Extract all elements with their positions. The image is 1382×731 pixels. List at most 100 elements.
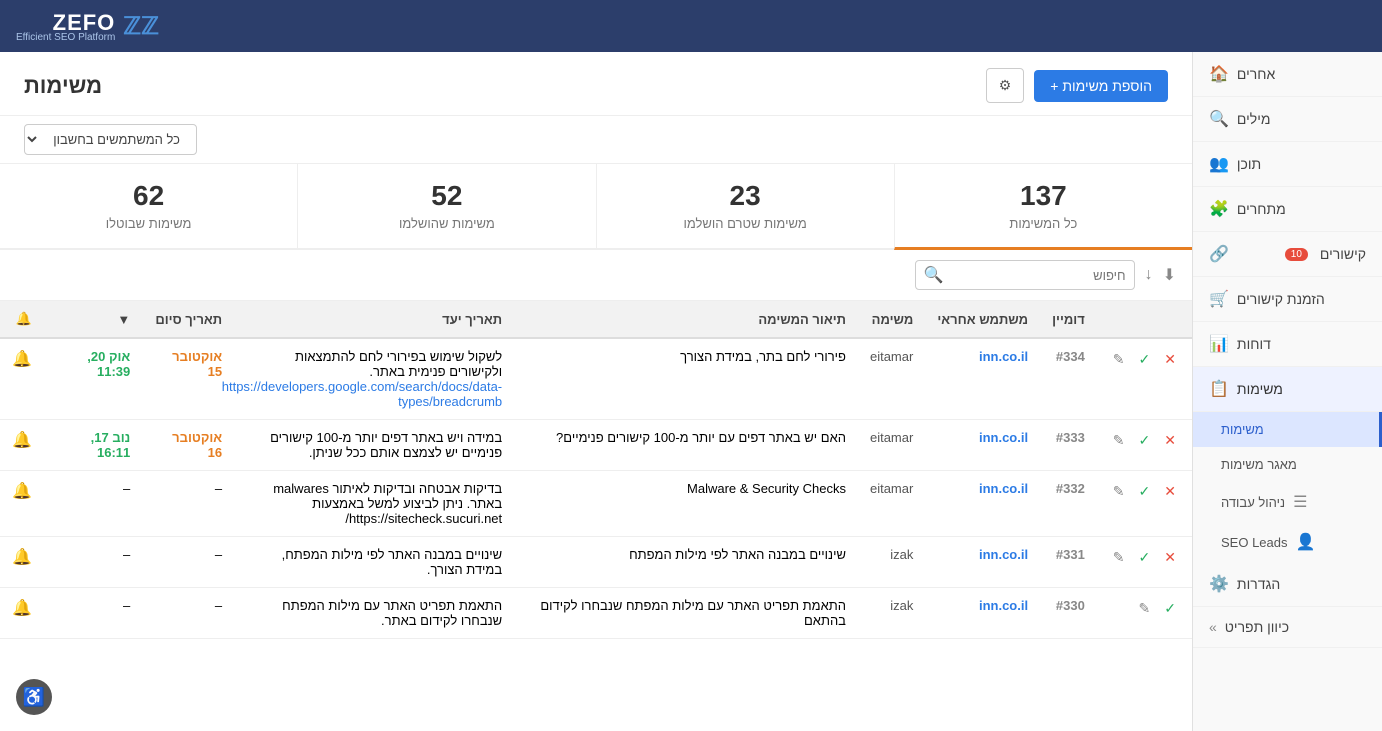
description-cell: לשקול שימוש בפירורי לחם להתמצאות ולקישור… (234, 338, 514, 420)
sidebar-item-links[interactable]: קישורים 10 🔗 (1193, 232, 1382, 277)
account-bar: כל המשתמשים בחשבון (0, 116, 1192, 164)
search-input[interactable] (950, 268, 1126, 283)
user-name: eitamar (870, 481, 913, 496)
bell-icon[interactable]: 🔔 (12, 600, 32, 617)
accessibility-button[interactable]: ♿ (16, 679, 52, 715)
row-actions: ✕✓ ✎ (1109, 481, 1180, 502)
sidebar-item-settings[interactable]: הגדרות ⚙️ (1193, 562, 1382, 607)
edit-button[interactable]: ✎ (1109, 547, 1129, 568)
search-icon: 🔍 (924, 265, 944, 285)
add-task-button[interactable]: הוספת משימות + (1034, 70, 1168, 102)
domain-link[interactable]: inn.co.il (979, 349, 1028, 364)
logo-area: ℤℤ ZEFO Efficient SEO Platform (16, 10, 159, 43)
col-bell: 🔔 (0, 301, 44, 338)
bell-cell: 🔔 (0, 338, 44, 420)
domain-link[interactable]: inn.co.il (979, 430, 1028, 445)
col-sort[interactable]: ▼ (44, 301, 142, 338)
complete-button[interactable]: ✓ (1135, 349, 1155, 370)
main-layout: אחרים 🏠 מילים 🔍 תוכן 👥 מתחרים 🧩 קישורים … (0, 52, 1382, 731)
delete-button[interactable]: ✕ (1160, 481, 1180, 502)
delete-button[interactable]: ✕ (1160, 430, 1180, 451)
stat-cancelled-label: משימות שבוטלו (8, 216, 289, 231)
sidebar-item-expand[interactable]: כיוון תפריט » (1193, 607, 1382, 648)
col-description: תיאור המשימה (514, 301, 858, 338)
stat-all[interactable]: 137 כל המשימות (894, 164, 1192, 250)
tasks-parent-icon: 📋 (1209, 379, 1229, 399)
edit-button[interactable]: ✎ (1109, 481, 1129, 502)
domain-link[interactable]: inn.co.il (979, 481, 1028, 496)
stat-complete-label: משימות שהושלמו (306, 216, 587, 231)
complete-button[interactable]: ✓ (1135, 481, 1155, 502)
sidebar-item-home[interactable]: אחרים 🏠 (1193, 52, 1382, 97)
row-actions-cell: ✕✓ ✎ (1097, 537, 1192, 588)
logo-sub: Efficient SEO Platform (16, 32, 115, 43)
target-date: – (215, 598, 222, 613)
domain-link[interactable]: inn.co.il (979, 598, 1028, 613)
sidebar-item-tasks-list[interactable]: משימות (1193, 412, 1382, 447)
domain-cell: inn.co.il (925, 537, 1040, 588)
sidebar-item-words[interactable]: מילים 🔍 (1193, 97, 1382, 142)
stat-complete[interactable]: 52 משימות שהושלמו (297, 164, 595, 248)
user-name: izak (890, 598, 913, 613)
row-actions-cell: ✓✎ (1097, 588, 1192, 639)
stat-cancelled[interactable]: 62 משימות שבוטלו (0, 164, 297, 248)
table-row: ✓✎#330inn.co.ilizakהתאמת תפריט האתר עם מ… (0, 588, 1192, 639)
accessibility-icon: ♿ (23, 687, 45, 708)
complete-button[interactable]: ✓ (1135, 547, 1155, 568)
domain-link[interactable]: inn.co.il (979, 547, 1028, 562)
order-links-icon: 🛒 (1209, 289, 1229, 309)
user-name: eitamar (870, 349, 913, 364)
sidebar-label-order-links: הזמנת קישורים (1237, 291, 1325, 307)
home-icon: 🏠 (1209, 64, 1229, 84)
target-date-cell: אוקטובר 16 (142, 420, 234, 471)
sidebar-item-competitors[interactable]: מתחרים 🧩 (1193, 187, 1382, 232)
end-date-cell: – (44, 537, 142, 588)
sidebar-item-task-manager[interactable]: מאגר משימות (1193, 447, 1382, 482)
user-cell: izak (858, 537, 925, 588)
bell-icon[interactable]: 🔔 (12, 432, 32, 449)
task-number: #331 (1056, 547, 1085, 562)
sidebar-label-links: קישורים (1320, 246, 1366, 262)
header-actions: הוספת משימות + ⚙ (986, 68, 1168, 103)
columns-icon[interactable]: ⬇ (1163, 265, 1176, 285)
sidebar-item-reports[interactable]: דוחות 📊 (1193, 322, 1382, 367)
stat-incomplete[interactable]: 23 משימות שטרם הושלמו (596, 164, 894, 248)
bell-icon[interactable]: 🔔 (12, 483, 32, 500)
user-name: izak (890, 547, 913, 562)
sidebar-label-words: מילים (1237, 111, 1271, 127)
description-link[interactable]: https://developers.google.com/search/doc… (222, 379, 502, 409)
row-actions-cell: ✕✓ ✎ (1097, 338, 1192, 420)
export-icon[interactable]: ↓ (1145, 266, 1153, 284)
filter-button[interactable]: ⚙ (986, 68, 1025, 103)
words-icon: 🔍 (1209, 109, 1229, 129)
sidebar-item-content[interactable]: תוכן 👥 (1193, 142, 1382, 187)
delete-button[interactable]: ✕ (1160, 349, 1180, 370)
target-date: אוקטובר 16 (172, 430, 222, 460)
delete-button[interactable]: ✕ (1160, 547, 1180, 568)
complete-button[interactable]: ✓ (1160, 598, 1180, 619)
bell-icon[interactable]: 🔔 (12, 549, 32, 566)
edit-button[interactable]: ✎ (1109, 349, 1129, 370)
account-selector[interactable]: כל המשתמשים בחשבון (24, 124, 197, 155)
task-number-cell: #334 (1040, 338, 1097, 420)
target-date: – (215, 481, 222, 496)
target-date-cell: – (142, 537, 234, 588)
row-actions: ✕✓ ✎ (1109, 547, 1180, 568)
domain-cell: inn.co.il (925, 588, 1040, 639)
complete-button[interactable]: ✓ (1135, 430, 1155, 451)
sidebar-item-tasks-parent[interactable]: משימות 📋 (1193, 367, 1382, 412)
col-task: משימה (858, 301, 925, 338)
sidebar-item-work-management[interactable]: ☰ ניהול עבודה (1193, 482, 1382, 522)
links-badge: 10 (1285, 248, 1308, 261)
task-number: #330 (1056, 598, 1085, 613)
edit-button[interactable]: ✎ (1135, 598, 1155, 619)
description-cell: שינויים במבנה האתר לפי מילות המפתח, במיד… (234, 537, 514, 588)
sidebar-item-order-links[interactable]: הזמנת קישורים 🛒 (1193, 277, 1382, 322)
sidebar-label-competitors: מתחרים (1237, 201, 1286, 217)
settings-icon: ⚙️ (1209, 574, 1229, 594)
task-cell: Malware & Security Checks (514, 471, 858, 537)
edit-button[interactable]: ✎ (1109, 430, 1129, 451)
task-number-cell: #331 (1040, 537, 1097, 588)
sidebar-item-seo-leads[interactable]: 👤 SEO Leads (1193, 522, 1382, 562)
bell-icon[interactable]: 🔔 (12, 351, 32, 368)
